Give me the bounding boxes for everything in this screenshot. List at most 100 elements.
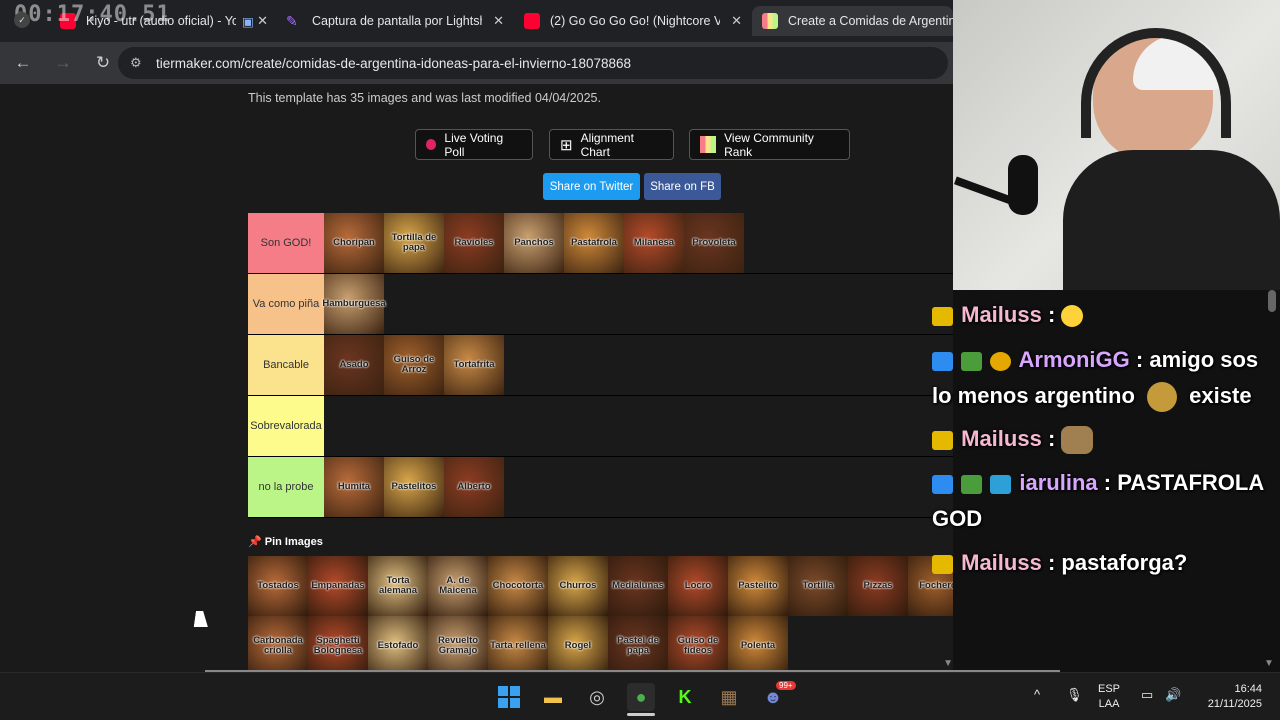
address-bar[interactable]: ⚙ tiermaker.com/create/comidas-de-argent… [118, 47, 948, 79]
food-tile[interactable]: Hamburguesa [322, 274, 386, 334]
food-tile[interactable]: Guiso de Arroz [384, 335, 444, 395]
pin-image-tile[interactable]: Locro [668, 556, 728, 616]
tier-row: Son GOD! Choripan Tortilla de papa Ravioles… [248, 213, 953, 274]
chrome-menu-icon[interactable]: ✓ [14, 12, 30, 28]
pin-image-tile[interactable]: Churros [548, 556, 608, 616]
tier-label[interactable]: Sobrevalorada [248, 396, 324, 456]
crown-icon [932, 306, 953, 326]
microphone-tray-icon[interactable]: 🎙 [1066, 687, 1083, 702]
live-voting-poll-button[interactable]: Live Voting Poll [415, 129, 533, 160]
food-tile[interactable]: Tortilla de papa [384, 213, 444, 273]
language-code: ESP [1098, 683, 1121, 695]
pin-image-tile[interactable]: Tarta rellena [488, 616, 548, 672]
pin-image-tile[interactable]: Spaghetti Bolognesa [308, 616, 368, 672]
tab-tiermaker[interactable]: Create a Comidas de Argentina [752, 6, 953, 36]
share-fb-button[interactable]: Share on FB [644, 173, 721, 200]
obs-icon[interactable]: ◎ [583, 683, 611, 711]
pin-image-tile[interactable]: Pastel de papa [608, 616, 668, 672]
view-community-rank-button[interactable]: View Community Rank [689, 129, 850, 160]
pin-image-tile[interactable]: Tostados [248, 556, 308, 616]
keyboard-layout: LAA [1098, 698, 1120, 710]
pin-image-tile[interactable]: Medialunas [608, 556, 668, 616]
food-tile[interactable]: Milanesa [624, 213, 684, 273]
potato-emote-icon [1061, 426, 1094, 455]
close-icon[interactable]: ✕ [257, 13, 268, 29]
tab-lightshot[interactable]: ✎ Captura de pantalla por Lightsh ✕ [276, 6, 512, 36]
food-tile[interactable]: Choripan [324, 213, 384, 273]
share-twitter-button[interactable]: Share on Twitter [543, 173, 640, 200]
chat-text: amigo sos [1149, 347, 1259, 372]
stream-chat-overlay: ▼ Mailuss : ArmoniGG : amigo sos lo meno… [928, 290, 1280, 672]
chat-scroll-bottom-icon[interactable]: ▼ [1264, 658, 1274, 669]
food-tile[interactable]: Tortafrita [444, 335, 504, 395]
cast-icon: ▣ [242, 14, 254, 29]
tier-label[interactable]: Bancable [248, 335, 324, 395]
pin-image-tile[interactable]: Pastelito [728, 556, 788, 616]
moderator-sword-icon [932, 351, 953, 371]
food-tile[interactable]: Pastelitos [384, 457, 444, 517]
food-tile[interactable]: Humita [324, 457, 384, 517]
food-tile[interactable]: Alberto [444, 457, 504, 517]
food-tile[interactable]: Ravioles [444, 213, 504, 273]
chat-text: lo menos argentino [932, 383, 1135, 408]
forward-arrow-icon[interactable]: → [46, 46, 80, 80]
pin-images-label: Pin Images [264, 536, 323, 548]
alignment-chart-button[interactable]: ⊞ Alignment Chart [549, 129, 674, 160]
close-icon[interactable]: ✕ [731, 13, 742, 29]
back-arrow-icon[interactable]: ← [6, 46, 40, 80]
tab-title: Create a Comidas de Argentina [788, 14, 953, 28]
pin-image-tile[interactable]: Torta alemana [368, 556, 428, 616]
network-icon[interactable]: ▭ [1141, 687, 1153, 702]
pin-icon: 📌 [248, 536, 262, 548]
tier-items: Hamburguesa [322, 274, 386, 334]
webcam-overlay [953, 0, 1280, 290]
kick-icon[interactable]: K [671, 683, 699, 711]
tab-youtube-nightcore[interactable]: (2) Go Go Go Go! (Nightcore Ve ✕ [514, 6, 750, 36]
pin-images-heading: 📌 Pin Images [248, 535, 323, 548]
pin-image-tile[interactable]: Guiso de fideos [668, 616, 728, 672]
pin-image-tile[interactable]: A. de Maicena [428, 556, 488, 616]
chrome-icon[interactable]: ● [627, 683, 655, 711]
pin-image-tile[interactable]: Estofado [368, 616, 428, 672]
chat-text: GOD [932, 506, 983, 531]
food-tile[interactable]: Provoleta [684, 213, 744, 273]
tray-chevron-icon[interactable]: ^ [1034, 687, 1040, 702]
reload-icon[interactable]: ↻ [86, 46, 120, 80]
file-explorer-icon[interactable]: ▬ [539, 683, 567, 711]
feather-icon: ✎ [286, 13, 298, 29]
tier-label[interactable]: Va como piña [248, 274, 324, 334]
pin-image-tile[interactable]: Tortilla [788, 556, 848, 616]
tier-label[interactable]: Son GOD! [248, 213, 324, 273]
active-app-indicator [627, 713, 655, 716]
windows-start-icon[interactable] [495, 683, 523, 711]
minecraft-icon[interactable]: ▦ [715, 683, 743, 711]
clock[interactable]: 16:44 21/11/2025 [1198, 682, 1262, 712]
close-icon[interactable]: ✕ [493, 13, 504, 29]
clock-time: 16:44 [1234, 683, 1262, 695]
pin-image-tile[interactable]: Rogel [548, 616, 608, 672]
tier-label[interactable]: no la probe [248, 457, 324, 517]
pin-images-grid: Tostados Empanadas Torta alemana A. de Maic… [248, 556, 953, 672]
pin-image-tile[interactable]: Revuelto Gramajo [428, 616, 488, 672]
pin-image-tile[interactable]: Chocotorta [488, 556, 548, 616]
pin-image-tile[interactable]: Pizzas [848, 556, 908, 616]
chat-username: Mailuss [961, 550, 1042, 575]
pin-image-tile[interactable]: Empanadas [308, 556, 368, 616]
button-label: Alignment Chart [580, 130, 634, 159]
tier-grid-icon [700, 136, 717, 153]
chat-scroll-up-icon[interactable] [1268, 290, 1276, 312]
food-tile[interactable]: Asado [324, 335, 384, 395]
chat-username: Mailuss [961, 426, 1042, 451]
tier-items: Choripan Tortilla de papa Ravioles Panchos P… [324, 213, 744, 273]
tier-row: Sobrevalorada [248, 396, 953, 457]
food-tile[interactable]: Pastafrola [564, 213, 624, 273]
tiermaker-icon [762, 13, 778, 29]
volume-icon[interactable]: 🔊 [1165, 687, 1181, 702]
tier-items: Humita Pastelitos Alberto [324, 457, 504, 517]
food-tile[interactable]: Panchos [504, 213, 564, 273]
pin-image-tile[interactable]: Polenta [728, 616, 788, 672]
language-indicator[interactable]: ESP LAA [1098, 682, 1120, 712]
pin-image-tile[interactable]: Carbonada criolla [248, 616, 308, 672]
site-info-icon[interactable]: ⚙ [130, 55, 142, 71]
tab-title: (2) Go Go Go Go! (Nightcore Ve [550, 14, 720, 28]
